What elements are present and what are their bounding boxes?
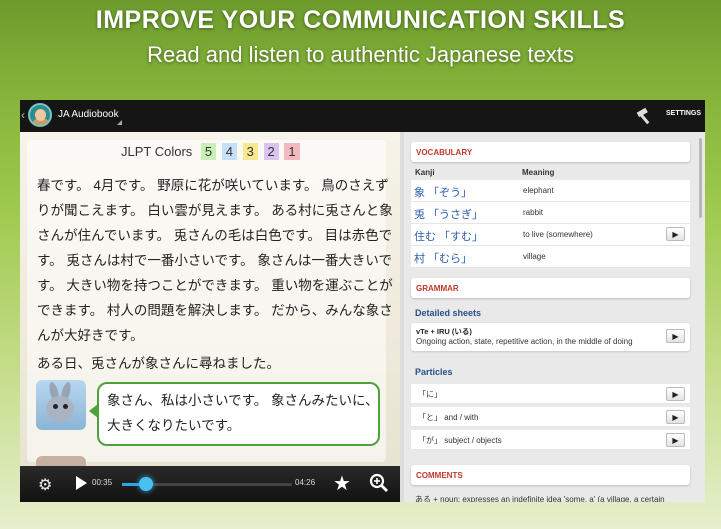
story-line[interactable]: ある日、兎さんが象さんに尋ねました。 [37, 351, 382, 376]
particle-row[interactable]: 「に」 ▶ [411, 384, 690, 404]
col-kanji: Kanji [415, 168, 435, 177]
jlpt-legend: JLPT Colors 5 4 3 2 1 [121, 143, 300, 160]
seek-slider[interactable] [122, 477, 292, 491]
total-time: 04:26 [295, 478, 316, 487]
audio-player: ⚙ 00:35 04:26 ★ [20, 466, 400, 502]
particles-title: Particles [415, 367, 453, 377]
vocab-meaning: village [523, 252, 546, 261]
action-bar: ‹ JA Audiobook SETTINGS [20, 100, 705, 132]
col-meaning: Meaning [522, 168, 555, 177]
story-line[interactable]: す。 大きい物を持つことができます。 重い物を運ぶことが [37, 273, 393, 298]
banner-headline: IMPROVE YOUR COMMUNICATION SKILLS [95, 6, 626, 34]
chevron-right-icon[interactable]: ▶ [666, 329, 685, 343]
vocab-kanji: 兎 「うさぎ」 [414, 209, 484, 221]
scrollbar[interactable] [699, 138, 702, 218]
dropdown-caret-icon[interactable] [117, 120, 122, 125]
chevron-right-icon[interactable]: ▶ [666, 227, 685, 241]
sheet-description: Ongoing action, state, repetitive action… [416, 337, 633, 346]
jlpt-chip-1: 1 [284, 143, 300, 160]
vocab-row[interactable]: 住む 「すむ」 to live (somewhere) ▶ [411, 224, 690, 246]
story-line-highlighted[interactable]: りが聞こえます。 白い雲が見えます。 ある村に兎さんと象 [37, 198, 393, 223]
story-sentence[interactable]: ある日、兎さんが象さんに尋ねました。 [37, 351, 382, 376]
particle-row[interactable]: 「と」 and / with ▶ [411, 407, 690, 427]
sheet-name: vTe + IRU (いる) [416, 327, 472, 336]
settings-button[interactable]: SETTINGS [666, 110, 701, 117]
app-logo-icon[interactable] [28, 103, 52, 127]
particle-text: 「と」 and / with [418, 413, 479, 422]
seek-handle[interactable] [138, 477, 153, 491]
chevron-right-icon[interactable]: ▶ [666, 410, 685, 424]
jlpt-chip-3: 3 [242, 143, 258, 160]
gear-icon[interactable]: ⚙ [38, 475, 52, 495]
zoom-icon[interactable] [369, 473, 389, 493]
vocabulary-header: VOCABULARY [411, 142, 690, 162]
app-screen: ‹ JA Audiobook SETTINGS JLPT Colors 5 4 … [20, 100, 705, 502]
jlpt-legend-label: JLPT Colors [121, 144, 193, 159]
chevron-right-icon[interactable]: ▶ [666, 433, 685, 447]
particle-text: 「に」 [418, 390, 442, 399]
particle-row[interactable]: 「が」 subject / objects ▶ [411, 430, 690, 450]
story-line[interactable]: 春です。 4月です。 野原に花が咲いています。 鳥のさえず [37, 173, 389, 198]
hammer-icon[interactable] [635, 107, 655, 125]
info-pane[interactable]: VOCABULARY Kanji Meaning 象 「ぞう」 elephant… [404, 132, 705, 502]
particle-text: 「が」 subject / objects [418, 436, 502, 445]
vocab-meaning: elephant [523, 186, 554, 195]
story-line[interactable]: す。 兎さんは村で一番小さいです。 象さんは一番大きいで [37, 248, 392, 273]
detailed-sheets-title: Detailed sheets [415, 308, 482, 318]
next-avatar [36, 456, 86, 466]
comments-header: COMMENTS [411, 465, 690, 485]
play-button[interactable] [76, 476, 87, 490]
app-title[interactable]: JA Audiobook [58, 109, 119, 120]
comment-text: ある + noun: expresses an indefinite idea … [415, 495, 665, 502]
bubble-line[interactable]: 大きくなりたいです。 [107, 413, 370, 438]
vocab-row[interactable]: 村 「むら」 village [411, 246, 690, 268]
vocab-meaning: to live (somewhere) [523, 230, 593, 239]
favorite-star-icon[interactable]: ★ [333, 471, 351, 496]
chevron-right-icon[interactable]: ▶ [666, 387, 685, 401]
jlpt-chip-4: 4 [221, 143, 238, 160]
reading-pane[interactable]: JLPT Colors 5 4 3 2 1 春です。 4月です。 野原に花が咲い… [20, 132, 400, 466]
current-time: 00:35 [92, 478, 113, 487]
story-line[interactable]: んが大好きです。 [37, 323, 382, 348]
jlpt-chip-2: 2 [263, 143, 279, 160]
vocab-kanji: 象 「ぞう」 [414, 187, 473, 199]
jlpt-chip-5: 5 [200, 143, 217, 160]
story-line[interactable]: できます。 村人の問題を解決します。 だから、みんな象さ [37, 298, 393, 323]
story-paragraph[interactable]: 春です。 4月です。 野原に花が咲いています。 鳥のさえず りが聞こえます。 白… [37, 173, 393, 348]
rabbit-avatar [36, 380, 86, 430]
bubble-line[interactable]: 象さん、私は小さいです。 象さんみたいに、 [107, 388, 379, 413]
grammar-header: GRAMMAR [411, 278, 690, 298]
promo-banner: IMPROVE YOUR COMMUNICATION SKILLS Read a… [0, 0, 721, 96]
grammar-sheet-row[interactable]: vTe + IRU (いる) Ongoing action, state, re… [411, 323, 690, 351]
speech-bubble[interactable]: 象さん、私は小さいです。 象さんみたいに、 大きくなりたいです。 [89, 382, 380, 446]
banner-subline: Read and listen to authentic Japanese te… [147, 42, 574, 67]
vocab-meaning: rabbit [523, 208, 544, 217]
back-chevron-icon[interactable]: ‹ [21, 108, 25, 122]
vocab-row[interactable]: 兎 「うさぎ」 rabbit [411, 202, 690, 224]
vocab-kanji: 住む 「すむ」 [414, 231, 484, 243]
vocab-kanji: 村 「むら」 [414, 253, 473, 265]
vocab-row[interactable]: 象 「ぞう」 elephant [411, 180, 690, 202]
story-line-highlighted[interactable]: さんが住んでいます。 兎さんの毛は白色です。 目は赤色で [37, 223, 392, 248]
